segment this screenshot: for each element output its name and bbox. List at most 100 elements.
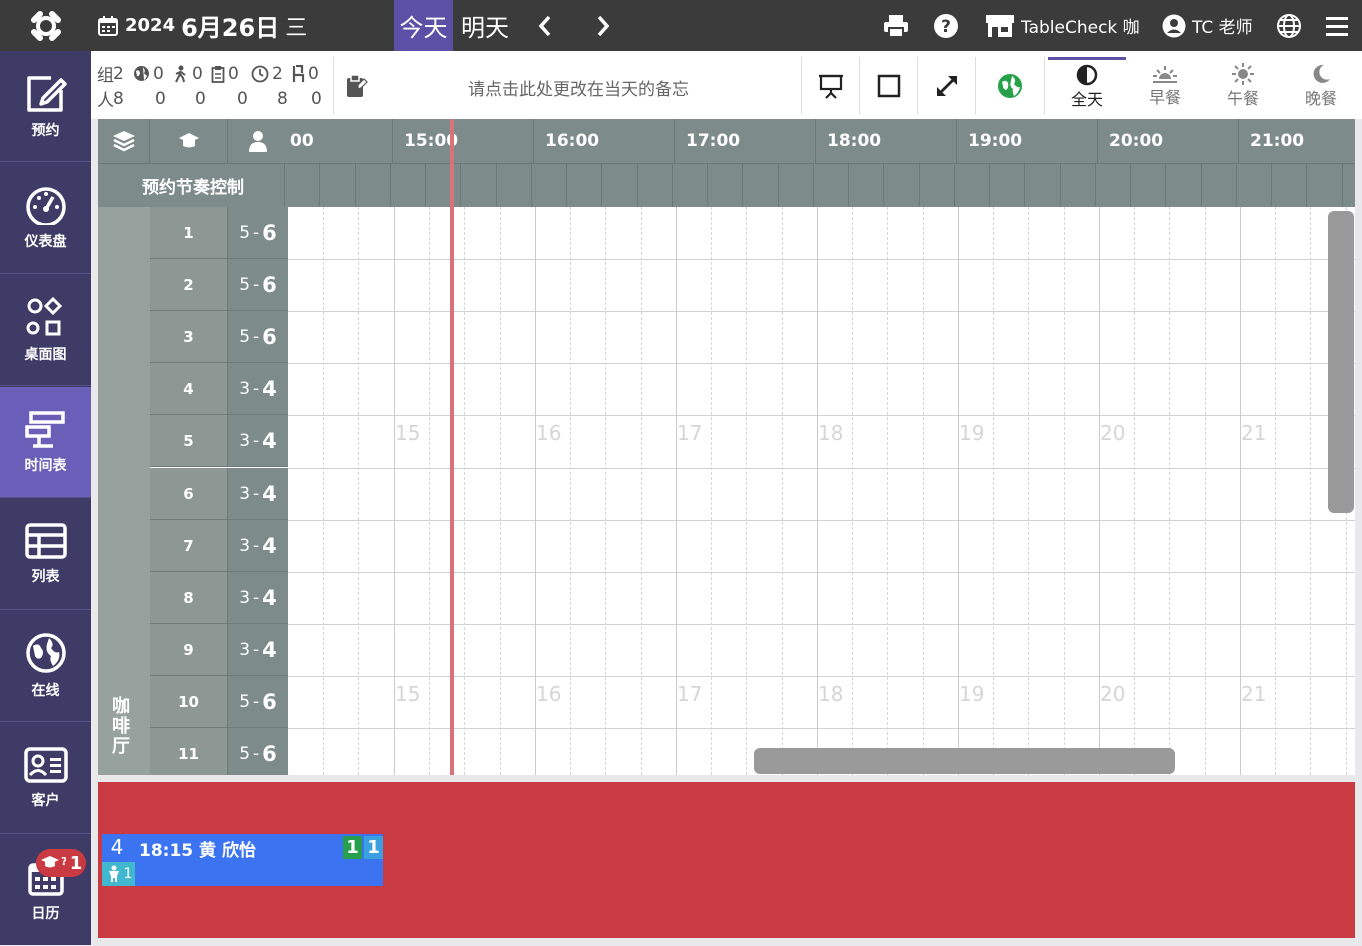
present-button[interactable] bbox=[801, 57, 859, 114]
table-number: 3 bbox=[150, 311, 228, 362]
pace-control-label[interactable]: 预约节奏控制 bbox=[98, 163, 288, 207]
capacity-min: 3 bbox=[239, 587, 251, 608]
timetable-grid: 00 15:00 16:00 17:00 18:00 19:00 20:00 21:00 预约… bbox=[98, 119, 1355, 775]
hour-watermark: 20 bbox=[1100, 682, 1126, 706]
unassigned-reservations-panel: 4 18:15 黄 欣怡 1 1 1 bbox=[98, 782, 1355, 938]
table-capacity: 5-6 bbox=[228, 676, 288, 727]
capacity-dash: - bbox=[253, 430, 260, 451]
sidebar: 预约 仪表盘 桌面图 时间表 列表 在线 客户 日历 bbox=[0, 51, 91, 945]
table-capacity: 5-6 bbox=[228, 207, 288, 258]
stat-online-people: 0 bbox=[155, 88, 166, 109]
globe-icon bbox=[1277, 13, 1301, 38]
hour-watermark: 17 bbox=[677, 682, 703, 706]
sidebar-item-floorplan[interactable]: 桌面图 bbox=[0, 275, 91, 386]
expand-icon bbox=[936, 75, 957, 96]
table-number: 2 bbox=[150, 259, 228, 310]
fullscreen-button[interactable] bbox=[917, 57, 975, 114]
today-button[interactable]: 今天 bbox=[394, 0, 453, 51]
table-row-header[interactable]: 15-6 bbox=[150, 207, 288, 259]
calendar-notification-badge[interactable]: ? 1 bbox=[36, 849, 86, 877]
memo-note-icon bbox=[347, 73, 368, 97]
sidebar-item-online[interactable]: 在线 bbox=[0, 611, 91, 722]
walk-in-icon bbox=[175, 65, 186, 82]
timeline-body[interactable]: 15 16 17 18 19 20 21 15 16 17 18 19 20 21 bbox=[288, 207, 1355, 775]
toolbar: 组 2 0 0 0 2 0 人 8 0 0 0 8 0 请点击此处更改在当天的备… bbox=[91, 51, 1362, 119]
capacity-min: 5 bbox=[239, 274, 251, 295]
meal-tab-label: 午餐 bbox=[1226, 88, 1259, 108]
capacity-max: 6 bbox=[262, 220, 277, 245]
person-icon bbox=[249, 131, 267, 152]
shop-selector[interactable]: TableCheck 咖 bbox=[985, 0, 1140, 51]
daily-memo[interactable]: 请点击此处更改在当天的备忘 bbox=[333, 57, 801, 114]
tomorrow-button[interactable]: 明天 bbox=[455, 0, 515, 51]
main-menu-button[interactable] bbox=[1325, 0, 1349, 51]
hour-watermark: 21 bbox=[1241, 682, 1267, 706]
user-menu[interactable]: TC 老师 bbox=[1162, 0, 1253, 51]
meal-tab-dinner[interactable]: 晚餐 bbox=[1282, 57, 1360, 114]
sidebar-item-reservation[interactable]: 预约 bbox=[0, 51, 91, 162]
sort-by-table-button[interactable] bbox=[150, 119, 228, 163]
table-row-header[interactable]: 73-4 bbox=[150, 520, 288, 572]
child-icon bbox=[108, 865, 119, 882]
meal-tab-lunch[interactable]: 午餐 bbox=[1204, 57, 1282, 114]
sidebar-item-customers[interactable]: 客户 bbox=[0, 723, 91, 834]
stat-groups-total: 2 bbox=[113, 63, 124, 84]
pace-control-row[interactable] bbox=[284, 163, 1355, 208]
sun-icon bbox=[1232, 62, 1254, 85]
memo-placeholder: 请点击此处更改在当天的备忘 bbox=[468, 80, 689, 100]
sidebar-item-label: 列表 bbox=[31, 569, 60, 585]
table-row-header[interactable]: 63-4 bbox=[150, 468, 288, 520]
date-picker[interactable]: 2024 6月26日 三 bbox=[97, 10, 307, 42]
sort-by-capacity-button[interactable] bbox=[228, 119, 288, 163]
horizontal-scrollbar[interactable] bbox=[754, 748, 1175, 774]
language-button[interactable] bbox=[1276, 0, 1302, 51]
help-button[interactable]: ? bbox=[933, 0, 959, 51]
table-row-header[interactable]: 25-6 bbox=[150, 259, 288, 311]
timetable-icon bbox=[24, 411, 65, 448]
capacity-dash: - bbox=[253, 483, 260, 504]
table-number: 9 bbox=[150, 624, 228, 675]
clipboard-icon bbox=[211, 65, 225, 83]
section-cafe: 咖啡厅 bbox=[98, 207, 150, 775]
calendar-badge-count: 1 bbox=[69, 852, 83, 874]
capacity-min: 5 bbox=[239, 222, 251, 243]
vertical-scrollbar[interactable] bbox=[1328, 211, 1354, 513]
meal-tab-breakfast[interactable]: 早餐 bbox=[1126, 57, 1204, 114]
reservation-card[interactable]: 4 18:15 黄 欣怡 1 1 1 bbox=[102, 834, 383, 886]
capacity-min: 3 bbox=[239, 378, 251, 399]
meal-tab-label: 晚餐 bbox=[1304, 88, 1337, 108]
sidebar-item-list[interactable]: 列表 bbox=[0, 499, 91, 610]
table-number: 4 bbox=[150, 363, 228, 414]
stat-walkin-groups: 0 bbox=[192, 63, 203, 84]
select-mode-button[interactable] bbox=[859, 57, 917, 114]
table-row-header[interactable]: 35-6 bbox=[150, 311, 288, 363]
table-row-header[interactable]: 10 5-6 bbox=[150, 676, 288, 728]
table-row-header[interactable]: 11 5-6 bbox=[150, 728, 288, 775]
sidebar-item-timetable[interactable]: 时间表 bbox=[0, 387, 91, 498]
capacity-max: 4 bbox=[262, 637, 277, 662]
kids-count: 1 bbox=[123, 866, 133, 882]
app-logo[interactable] bbox=[0, 0, 91, 51]
prev-day-button[interactable] bbox=[530, 10, 560, 41]
sidebar-item-dashboard[interactable]: 仪表盘 bbox=[0, 163, 91, 274]
table-number: 10 bbox=[150, 676, 228, 727]
table-capacity: 3-4 bbox=[228, 363, 288, 414]
table-row-header[interactable]: 43-4 bbox=[150, 363, 288, 415]
table-row-header[interactable]: 83-4 bbox=[150, 572, 288, 624]
capacity-max: 4 bbox=[262, 481, 277, 506]
layers-button[interactable] bbox=[98, 119, 150, 163]
print-button[interactable] bbox=[883, 0, 909, 51]
shop-name: TableCheck 咖 bbox=[1021, 18, 1140, 38]
online-toggle-button[interactable] bbox=[975, 57, 1045, 114]
layers-icon bbox=[112, 131, 135, 152]
table-number: 5 bbox=[150, 415, 228, 466]
printer-icon bbox=[884, 14, 908, 38]
meal-tab-all-day[interactable]: 全天 bbox=[1048, 57, 1126, 114]
hour-watermark: 18 bbox=[818, 682, 844, 706]
table-row-header[interactable]: 53-4 bbox=[150, 415, 288, 467]
table-row-header[interactable]: 93-4 bbox=[150, 624, 288, 676]
presentation-icon bbox=[818, 74, 843, 99]
date-month-day: 6月26日 bbox=[181, 14, 280, 42]
next-day-button[interactable] bbox=[588, 10, 618, 41]
top-bar: 2024 6月26日 三 今天 明天 ? TableCheck 咖 TC 老师 bbox=[0, 0, 1362, 51]
